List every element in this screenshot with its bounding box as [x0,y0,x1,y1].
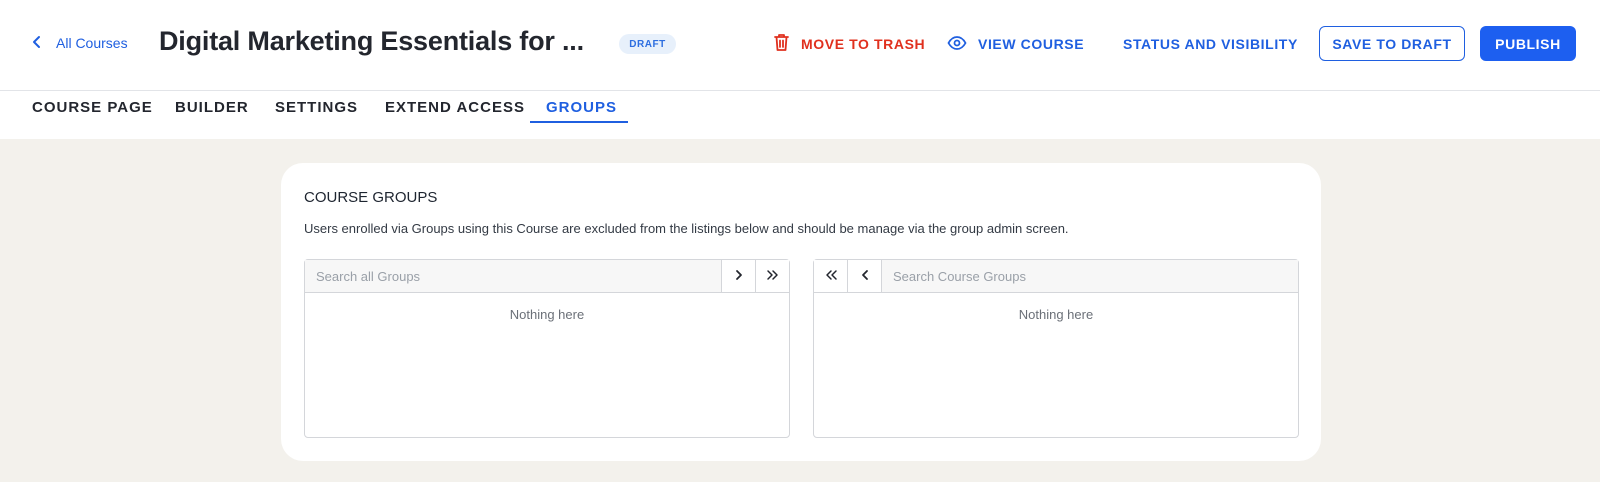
publish-button[interactable]: PUBLISH [1480,26,1576,61]
search-course-groups-input[interactable] [882,260,1298,292]
chevron-left-icon [32,35,42,52]
tab-settings[interactable]: SETTINGS [275,99,358,125]
view-course-label: VIEW COURSE [978,36,1085,52]
all-courses-link[interactable]: All Courses [32,33,128,53]
double-chevron-right-icon [766,269,780,284]
move-to-trash-button[interactable]: MOVE TO TRASH [773,33,925,55]
active-tab-indicator [530,121,628,123]
page-title: Digital Marketing Essentials for ... [159,26,584,56]
tab-course-page[interactable]: COURSE PAGE [32,99,153,125]
search-all-groups-input[interactable] [305,260,721,292]
course-groups-list: Nothing here [813,259,1299,438]
view-course-button[interactable]: VIEW COURSE [947,33,1084,55]
all-groups-list: Nothing here [304,259,790,438]
remove-all-button[interactable] [814,260,848,292]
chevron-left-icon [860,269,870,284]
trash-icon [773,33,790,55]
section-title: COURSE GROUPS [304,189,438,206]
remove-selected-button[interactable] [848,260,882,292]
chevron-right-icon [734,269,744,284]
empty-state: Nothing here [509,307,585,322]
empty-state: Nothing here [1018,307,1094,322]
tab-builder[interactable]: BUILDER [175,99,249,125]
eye-icon [947,35,967,53]
course-groups-card: COURSE GROUPS Users enrolled via Groups … [281,163,1321,461]
all-courses-label: All Courses [56,35,128,51]
top-header: All Courses Digital Marketing Essentials… [0,0,1600,91]
status-visibility-button[interactable]: STATUS AND VISIBILITY [1123,33,1298,55]
add-all-button[interactable] [755,260,789,292]
section-description: Users enrolled via Groups using this Cou… [304,221,1069,236]
save-to-draft-button[interactable]: SAVE TO DRAFT [1319,26,1465,61]
course-groups-toolbar [814,260,1298,293]
add-selected-button[interactable] [721,260,755,292]
status-badge: DRAFT [619,34,676,54]
all-groups-toolbar [305,260,789,293]
tab-extend-access[interactable]: EXTEND ACCESS [385,99,525,125]
move-to-trash-label: MOVE TO TRASH [801,36,926,52]
double-chevron-left-icon [824,269,838,284]
tab-bar: COURSE PAGE BUILDER SETTINGS EXTEND ACCE… [0,91,1600,139]
